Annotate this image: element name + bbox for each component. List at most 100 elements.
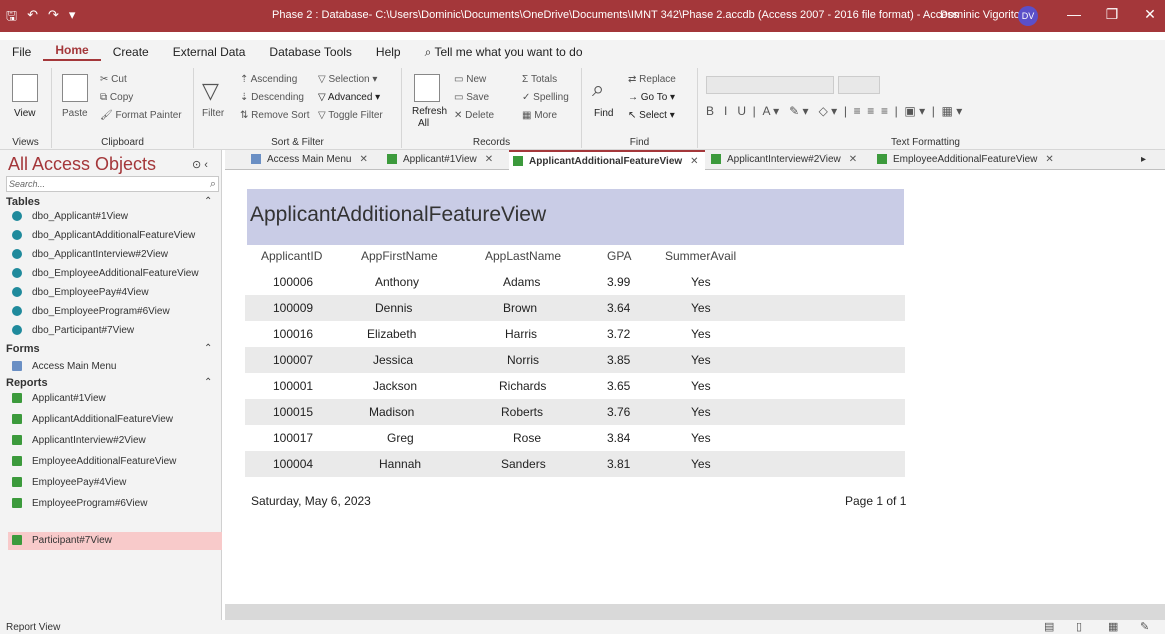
ascending-button[interactable]: ⇡ Ascending xyxy=(240,74,297,85)
section-reports[interactable]: Reports xyxy=(6,377,48,389)
tab-applicant-additional-feature-view[interactable]: ApplicantAdditionalFeatureView ✕ xyxy=(509,150,705,170)
report-icon xyxy=(12,477,22,488)
cell-last-name: Rose xyxy=(513,431,542,445)
spelling-button[interactable]: ✓ Spelling xyxy=(522,92,569,103)
tab-label: Access Main Menu xyxy=(267,154,352,165)
replace-button[interactable]: ⇄ Replace xyxy=(628,74,676,85)
nav-table-item[interactable]: dbo_EmployeeProgram#6View xyxy=(12,303,220,321)
nav-table-item[interactable]: dbo_Applicant#1View xyxy=(12,208,220,226)
cell-first-name: Madison xyxy=(369,405,415,419)
toggle-filter-button[interactable]: ▽ Toggle Filter xyxy=(318,110,383,121)
nav-table-item[interactable]: dbo_ApplicantAdditionalFeatureView xyxy=(12,227,220,245)
select-button[interactable]: ↖ Select ▾ xyxy=(628,110,675,121)
user-name[interactable]: Dominic Vigorito xyxy=(940,9,1020,21)
nav-table-item[interactable]: dbo_EmployeePay#4View xyxy=(12,284,220,302)
tab-access-main-menu[interactable]: Access Main Menu ✕ xyxy=(247,150,368,170)
menu-external-data[interactable]: External Data xyxy=(161,45,258,59)
cut-button[interactable]: ✂ Cut xyxy=(100,74,127,85)
group-label-views: Views xyxy=(12,137,39,148)
nav-table-item[interactable]: dbo_EmployeeAdditionalFeatureView xyxy=(12,265,220,283)
refresh-button[interactable]: Refresh xyxy=(412,106,447,117)
chevron-up-icon[interactable]: ⌃ xyxy=(204,377,212,388)
font-size-select[interactable] xyxy=(838,76,880,94)
menu-help[interactable]: Help xyxy=(364,45,413,59)
report-row: 100007 Jessica Norris 3.85 Yes xyxy=(245,347,905,373)
nav-table-item[interactable]: dbo_Participant#7View xyxy=(12,322,220,340)
tab-scroll-right-icon[interactable]: ▸ xyxy=(1137,150,1146,170)
new-record-button[interactable]: ▭ New xyxy=(454,74,486,85)
totals-button[interactable]: Σ Totals xyxy=(522,74,557,85)
filter-button[interactable]: Filter xyxy=(202,108,224,119)
tab-employee-additional-feature-view[interactable]: EmployeeAdditionalFeatureView ✕ xyxy=(873,150,1054,170)
format-painter-button[interactable]: 🖌 Format Painter xyxy=(100,110,182,121)
window-title: Phase 2 : Database- C:\Users\Dominic\Doc… xyxy=(272,9,959,21)
close-icon[interactable]: ✕ xyxy=(690,156,698,167)
tab-applicant-1-view[interactable]: Applicant#1View ✕ xyxy=(383,150,493,170)
section-tables[interactable]: Tables xyxy=(6,196,40,208)
close-icon[interactable]: ✕ xyxy=(849,154,857,165)
nav-form-item[interactable]: Access Main Menu xyxy=(12,358,220,376)
nav-report-item[interactable]: ApplicantAdditionalFeatureView xyxy=(12,411,220,429)
save-icon[interactable]: 🖫 xyxy=(6,7,17,29)
redo-icon[interactable]: ↷ xyxy=(48,7,59,29)
save-record-button[interactable]: ▭ Save xyxy=(454,92,489,103)
report-view-icon[interactable]: ▤ xyxy=(1044,620,1054,633)
find-button[interactable]: Find xyxy=(594,108,613,119)
tell-me-search[interactable]: ⌕ Tell me what you want to do xyxy=(413,45,595,60)
report-row: 100001 Jackson Richards 3.65 Yes xyxy=(245,373,905,399)
filter-icon: ▽ xyxy=(202,78,219,103)
goto-button[interactable]: → Go To ▾ xyxy=(628,92,675,103)
copy-button[interactable]: ⧉ Copy xyxy=(100,92,133,103)
nav-report-item[interactable]: EmployeeAdditionalFeatureView xyxy=(12,453,220,471)
font-name-select[interactable] xyxy=(706,76,834,94)
close-icon[interactable]: ✕ xyxy=(359,154,367,165)
close-icon[interactable]: ✕ xyxy=(1138,6,1162,23)
minimize-icon[interactable]: — xyxy=(1062,6,1086,22)
column-header: ApplicantID xyxy=(261,249,323,263)
descending-label: Descending xyxy=(251,92,304,103)
chevron-up-icon[interactable]: ⌃ xyxy=(204,196,212,207)
close-icon[interactable]: ✕ xyxy=(485,154,493,165)
layout-view-icon[interactable]: ▦ xyxy=(1108,620,1118,633)
cell-applicant-id: 100016 xyxy=(273,327,314,341)
selection-button[interactable]: ▽ Selection ▾ xyxy=(318,74,377,85)
design-view-icon[interactable]: ✎ xyxy=(1140,620,1149,633)
menu-home[interactable]: Home xyxy=(43,43,101,61)
nav-report-item[interactable]: Applicant#1View xyxy=(12,390,220,408)
group-label-sort-filter: Sort & Filter xyxy=(271,137,324,148)
search-icon[interactable]: ⌕ xyxy=(210,177,216,191)
more-button[interactable]: ▦ More xyxy=(522,110,557,121)
text-format-buttons[interactable]: B I U | A ▾ ✎ ▾ ◇ ▾ | ≡ ≡ ≡ | ▣ ▾ | ▦ ▾ xyxy=(706,104,962,118)
nav-report-item[interactable]: ApplicantInterview#2View xyxy=(12,432,220,450)
nav-report-item[interactable]: EmployeeProgram#6View xyxy=(12,495,220,513)
remove-sort-button[interactable]: ⇅ Remove Sort xyxy=(240,110,310,121)
new-label: New xyxy=(466,74,487,85)
undo-icon[interactable]: ↶ xyxy=(27,7,38,29)
tab-applicant-interview-2-view[interactable]: ApplicantInterview#2View ✕ xyxy=(707,150,857,170)
avatar[interactable]: DV xyxy=(1018,6,1038,26)
advanced-button[interactable]: ▽ Advanced ▾ xyxy=(318,92,380,103)
restore-icon[interactable]: ❐ xyxy=(1100,6,1124,23)
nav-pane-title[interactable]: All Access Objects xyxy=(8,154,156,175)
customize-icon[interactable]: ▾ xyxy=(69,7,76,29)
view-button[interactable]: View xyxy=(14,108,36,119)
descending-button[interactable]: ⇣ Descending xyxy=(240,92,304,103)
nav-report-item[interactable]: EmployeePay#4View xyxy=(12,474,220,492)
form-icon xyxy=(12,361,22,372)
cell-first-name: Anthony xyxy=(375,275,420,289)
close-icon[interactable]: ✕ xyxy=(1045,154,1053,165)
menu-file[interactable]: File xyxy=(0,45,43,59)
nav-report-item-selected[interactable]: Participant#7View xyxy=(8,532,222,550)
nav-search-input[interactable]: Search... ⌕ xyxy=(6,176,219,192)
horizontal-scrollbar[interactable] xyxy=(225,604,1165,620)
menu-database-tools[interactable]: Database Tools xyxy=(257,45,364,59)
linked-table-icon xyxy=(12,306,22,317)
print-preview-icon[interactable]: ▯ xyxy=(1076,620,1082,633)
nav-table-item[interactable]: dbo_ApplicantInterview#2View xyxy=(12,246,220,264)
paste-button[interactable]: Paste xyxy=(62,108,88,119)
nav-pane-controls[interactable]: ⊙ ‹ xyxy=(192,158,208,171)
menu-create[interactable]: Create xyxy=(101,45,161,59)
section-forms[interactable]: Forms xyxy=(6,343,40,355)
chevron-up-icon[interactable]: ⌃ xyxy=(204,343,212,354)
delete-record-button[interactable]: ✕ Delete xyxy=(454,110,494,121)
